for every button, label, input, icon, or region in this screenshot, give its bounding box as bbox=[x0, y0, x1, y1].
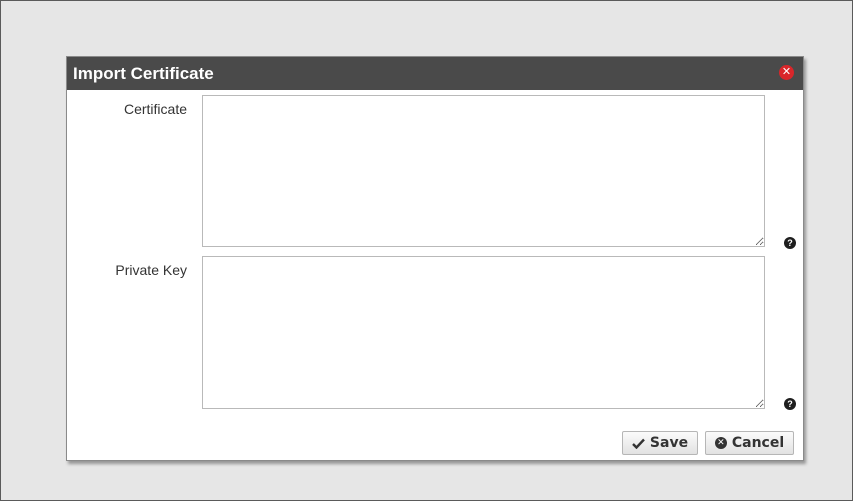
dialog-title: Import Certificate bbox=[73, 64, 214, 83]
certificate-textarea[interactable] bbox=[202, 95, 765, 247]
cancel-button-label: Cancel bbox=[731, 435, 785, 451]
certificate-help-icon[interactable]: ? bbox=[784, 237, 796, 249]
certificate-label: Certificate bbox=[123, 101, 187, 117]
private-key-label: Private Key bbox=[115, 262, 187, 278]
save-button[interactable]: Save bbox=[622, 431, 698, 455]
save-button-label: Save bbox=[649, 435, 689, 451]
screen-backdrop: Import Certificate ✕ Certificate ? Priva… bbox=[0, 0, 853, 501]
private-key-textarea[interactable] bbox=[202, 256, 765, 409]
cancel-button[interactable]: ✕ Cancel bbox=[705, 431, 794, 455]
dialog-titlebar: Import Certificate ✕ bbox=[67, 57, 803, 90]
cancel-circle-icon: ✕ bbox=[714, 437, 727, 449]
close-icon[interactable]: ✕ bbox=[779, 65, 794, 80]
checkmark-icon bbox=[632, 438, 645, 449]
import-certificate-dialog: Import Certificate ✕ Certificate ? Priva… bbox=[66, 56, 804, 461]
private-key-help-icon[interactable]: ? bbox=[784, 398, 796, 410]
